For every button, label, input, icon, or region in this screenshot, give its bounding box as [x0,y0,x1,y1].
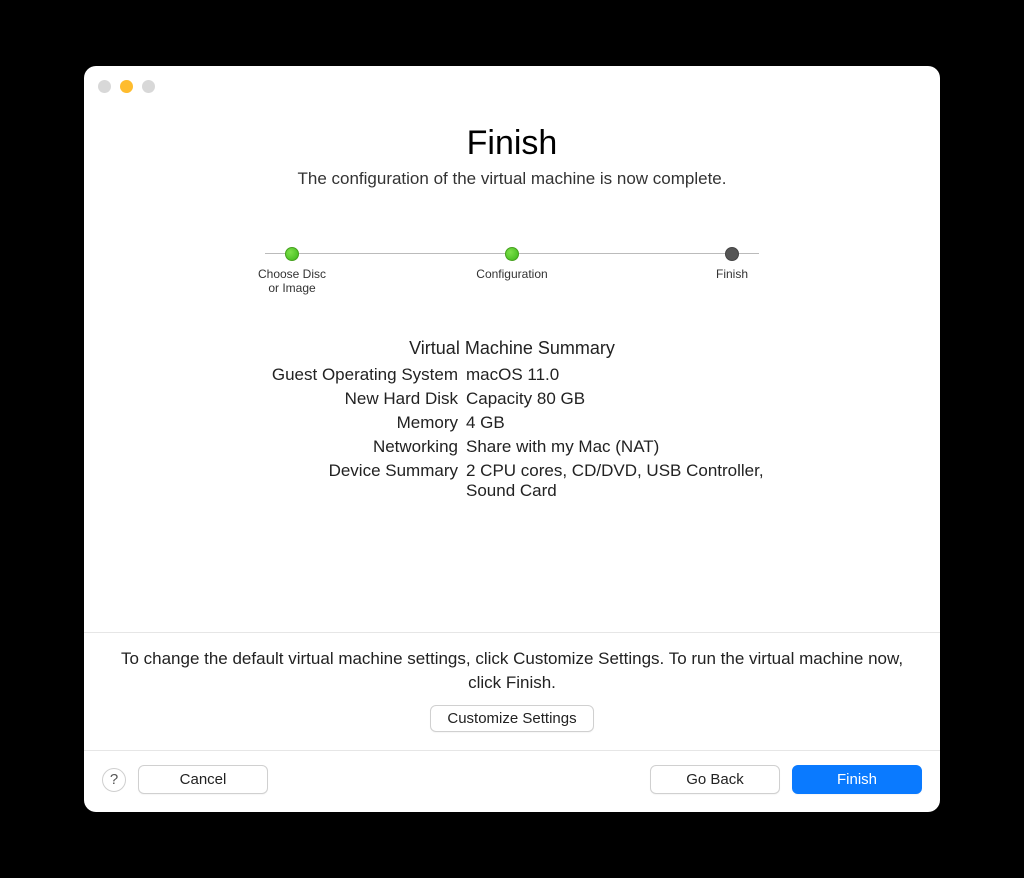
summary-table: Guest Operating System macOS 11.0 New Ha… [84,365,940,501]
step-configuration: Configuration [467,247,557,296]
summary-val-devices: 2 CPU cores, CD/DVD, USB Controller, Sou… [466,461,786,501]
go-back-button[interactable]: Go Back [650,765,780,794]
step-dot-icon [725,247,739,261]
summary-key-disk: New Hard Disk [238,389,458,409]
summary-key-os: Guest Operating System [238,365,458,385]
step-label: Choose Disc or Image [258,267,326,296]
cancel-button[interactable]: Cancel [138,765,268,794]
summary-val-memory: 4 GB [466,413,786,433]
header: Finish The configuration of the virtual … [84,124,940,189]
help-button[interactable]: ? [102,768,126,792]
finish-button[interactable]: Finish [792,765,922,794]
progress-stepper: Choose Disc or Image Configuration Finis… [247,247,777,296]
summary-key-networking: Networking [238,437,458,457]
wizard-window: Finish The configuration of the virtual … [84,66,940,812]
summary-key-devices: Device Summary [238,461,458,501]
page-subtitle: The configuration of the virtual machine… [84,169,940,189]
step-dot-icon [285,247,299,261]
footer: ? Cancel Go Back Finish [84,750,940,812]
maximize-icon[interactable] [142,80,155,93]
minimize-icon[interactable] [120,80,133,93]
summary-title: Virtual Machine Summary [84,338,940,359]
step-finish: Finish [687,247,777,296]
summary-val-os: macOS 11.0 [466,365,786,385]
step-choose-disc: Choose Disc or Image [247,247,337,296]
customize-instructions: To change the default virtual machine se… [114,647,910,695]
close-icon[interactable] [98,80,111,93]
customize-area: To change the default virtual machine se… [84,632,940,750]
page-title: Finish [84,124,940,163]
step-label: Configuration [476,267,547,281]
step-label: Finish [716,267,748,281]
summary-val-networking: Share with my Mac (NAT) [466,437,786,457]
step-dot-icon [505,247,519,261]
window-controls [98,80,155,93]
vm-summary: Virtual Machine Summary Guest Operating … [84,338,940,501]
summary-key-memory: Memory [238,413,458,433]
summary-val-disk: Capacity 80 GB [466,389,786,409]
customize-settings-button[interactable]: Customize Settings [430,705,593,732]
